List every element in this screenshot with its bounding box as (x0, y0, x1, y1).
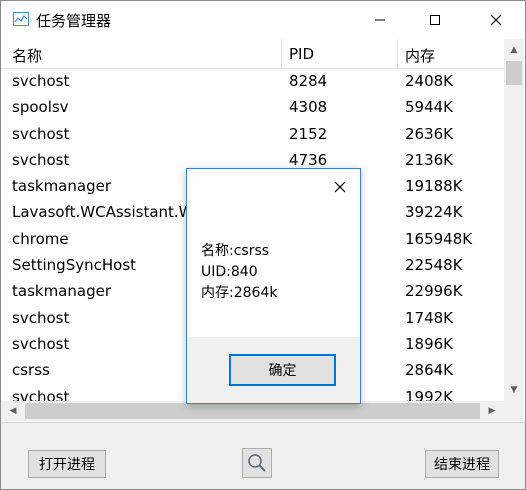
process-pid: 8284 (289, 72, 328, 90)
process-name: spoolsv (12, 98, 69, 117)
magnifier-icon (248, 454, 266, 472)
process-pid: 2152 (289, 124, 328, 143)
end-process-button[interactable]: 结束进程 (425, 450, 499, 478)
scrollbar-corner (504, 401, 524, 421)
scroll-down-arrow-icon[interactable]: ▼ (504, 381, 524, 399)
process-memory: 2636K (405, 124, 454, 143)
maximize-button[interactable] (412, 1, 458, 39)
process-memory: 2136K (405, 150, 454, 169)
horizontal-scrollbar[interactable]: ◀ ▶ (1, 401, 504, 421)
dialog-footer: 确定 (187, 337, 360, 403)
close-icon[interactable] (332, 179, 348, 195)
table-row[interactable]: spoolsv 4308 5944K (1, 95, 505, 121)
process-memory: 5944K (405, 98, 454, 117)
scroll-up-arrow-icon[interactable]: ▲ (504, 41, 524, 59)
dialog-name-line: 名称:csrss (201, 243, 270, 259)
process-memory: 1748K (405, 308, 454, 327)
window-title: 任务管理器 (36, 12, 112, 30)
minimize-icon (375, 19, 385, 21)
process-pid: 4736 (289, 150, 328, 169)
open-process-button[interactable]: 打开进程 (28, 450, 106, 478)
scroll-right-arrow-icon[interactable]: ▶ (482, 401, 502, 421)
column-divider[interactable] (397, 39, 398, 69)
task-manager-window: 任务管理器 名称 PID 内存 svchost 8284 2408K spoolsv… (0, 0, 526, 490)
process-memory: 19188K (405, 177, 463, 196)
horizontal-scroll-thumb[interactable] (25, 403, 480, 419)
search-button[interactable] (242, 448, 272, 478)
process-memory: 22548K (405, 256, 463, 275)
process-memory: 22996K (405, 282, 463, 301)
process-memory: 1896K (405, 334, 454, 353)
title-bar[interactable]: 任务管理器 (1, 1, 525, 39)
chart-line-icon (13, 12, 29, 26)
dialog-memory-line: 内存:2864k (201, 285, 278, 301)
process-pid: 4308 (289, 98, 328, 117)
vertical-scrollbar[interactable]: ▲ ▼ (504, 39, 524, 401)
ok-button[interactable]: 确定 (229, 354, 336, 386)
scroll-left-arrow-icon[interactable]: ◀ (3, 401, 23, 421)
table-row[interactable]: svchost 2152 2636K (1, 122, 505, 148)
table-row[interactable]: svchost 8284 2408K (1, 69, 505, 95)
dialog-uid-line: UID:840 (201, 264, 258, 280)
maximize-icon (430, 15, 440, 25)
process-memory: 2864K (405, 361, 454, 380)
close-icon (490, 14, 502, 26)
list-header: 名称 PID 内存 (1, 39, 505, 69)
close-button[interactable] (473, 1, 519, 39)
column-divider[interactable] (281, 39, 282, 69)
process-memory: 39224K (405, 203, 463, 222)
process-name: svchost (12, 150, 70, 169)
vertical-scroll-thumb[interactable] (506, 61, 522, 85)
process-info-dialog: 名称:csrss UID:840 内存:2864k 确定 (186, 168, 361, 404)
bottom-toolbar: 打开进程 结束进程 (1, 422, 525, 489)
process-memory: 2408K (405, 72, 454, 90)
minimize-button[interactable] (357, 1, 403, 39)
process-name: svchost (12, 72, 70, 90)
column-header-name[interactable]: 名称 (12, 45, 42, 66)
process-memory: 165948K (405, 229, 473, 248)
dialog-message: 名称:csrss UID:840 内存:2864k (201, 241, 277, 304)
column-header-memory[interactable]: 内存 (405, 45, 435, 66)
column-header-pid[interactable]: PID (289, 45, 314, 63)
process-name: svchost (12, 124, 70, 143)
